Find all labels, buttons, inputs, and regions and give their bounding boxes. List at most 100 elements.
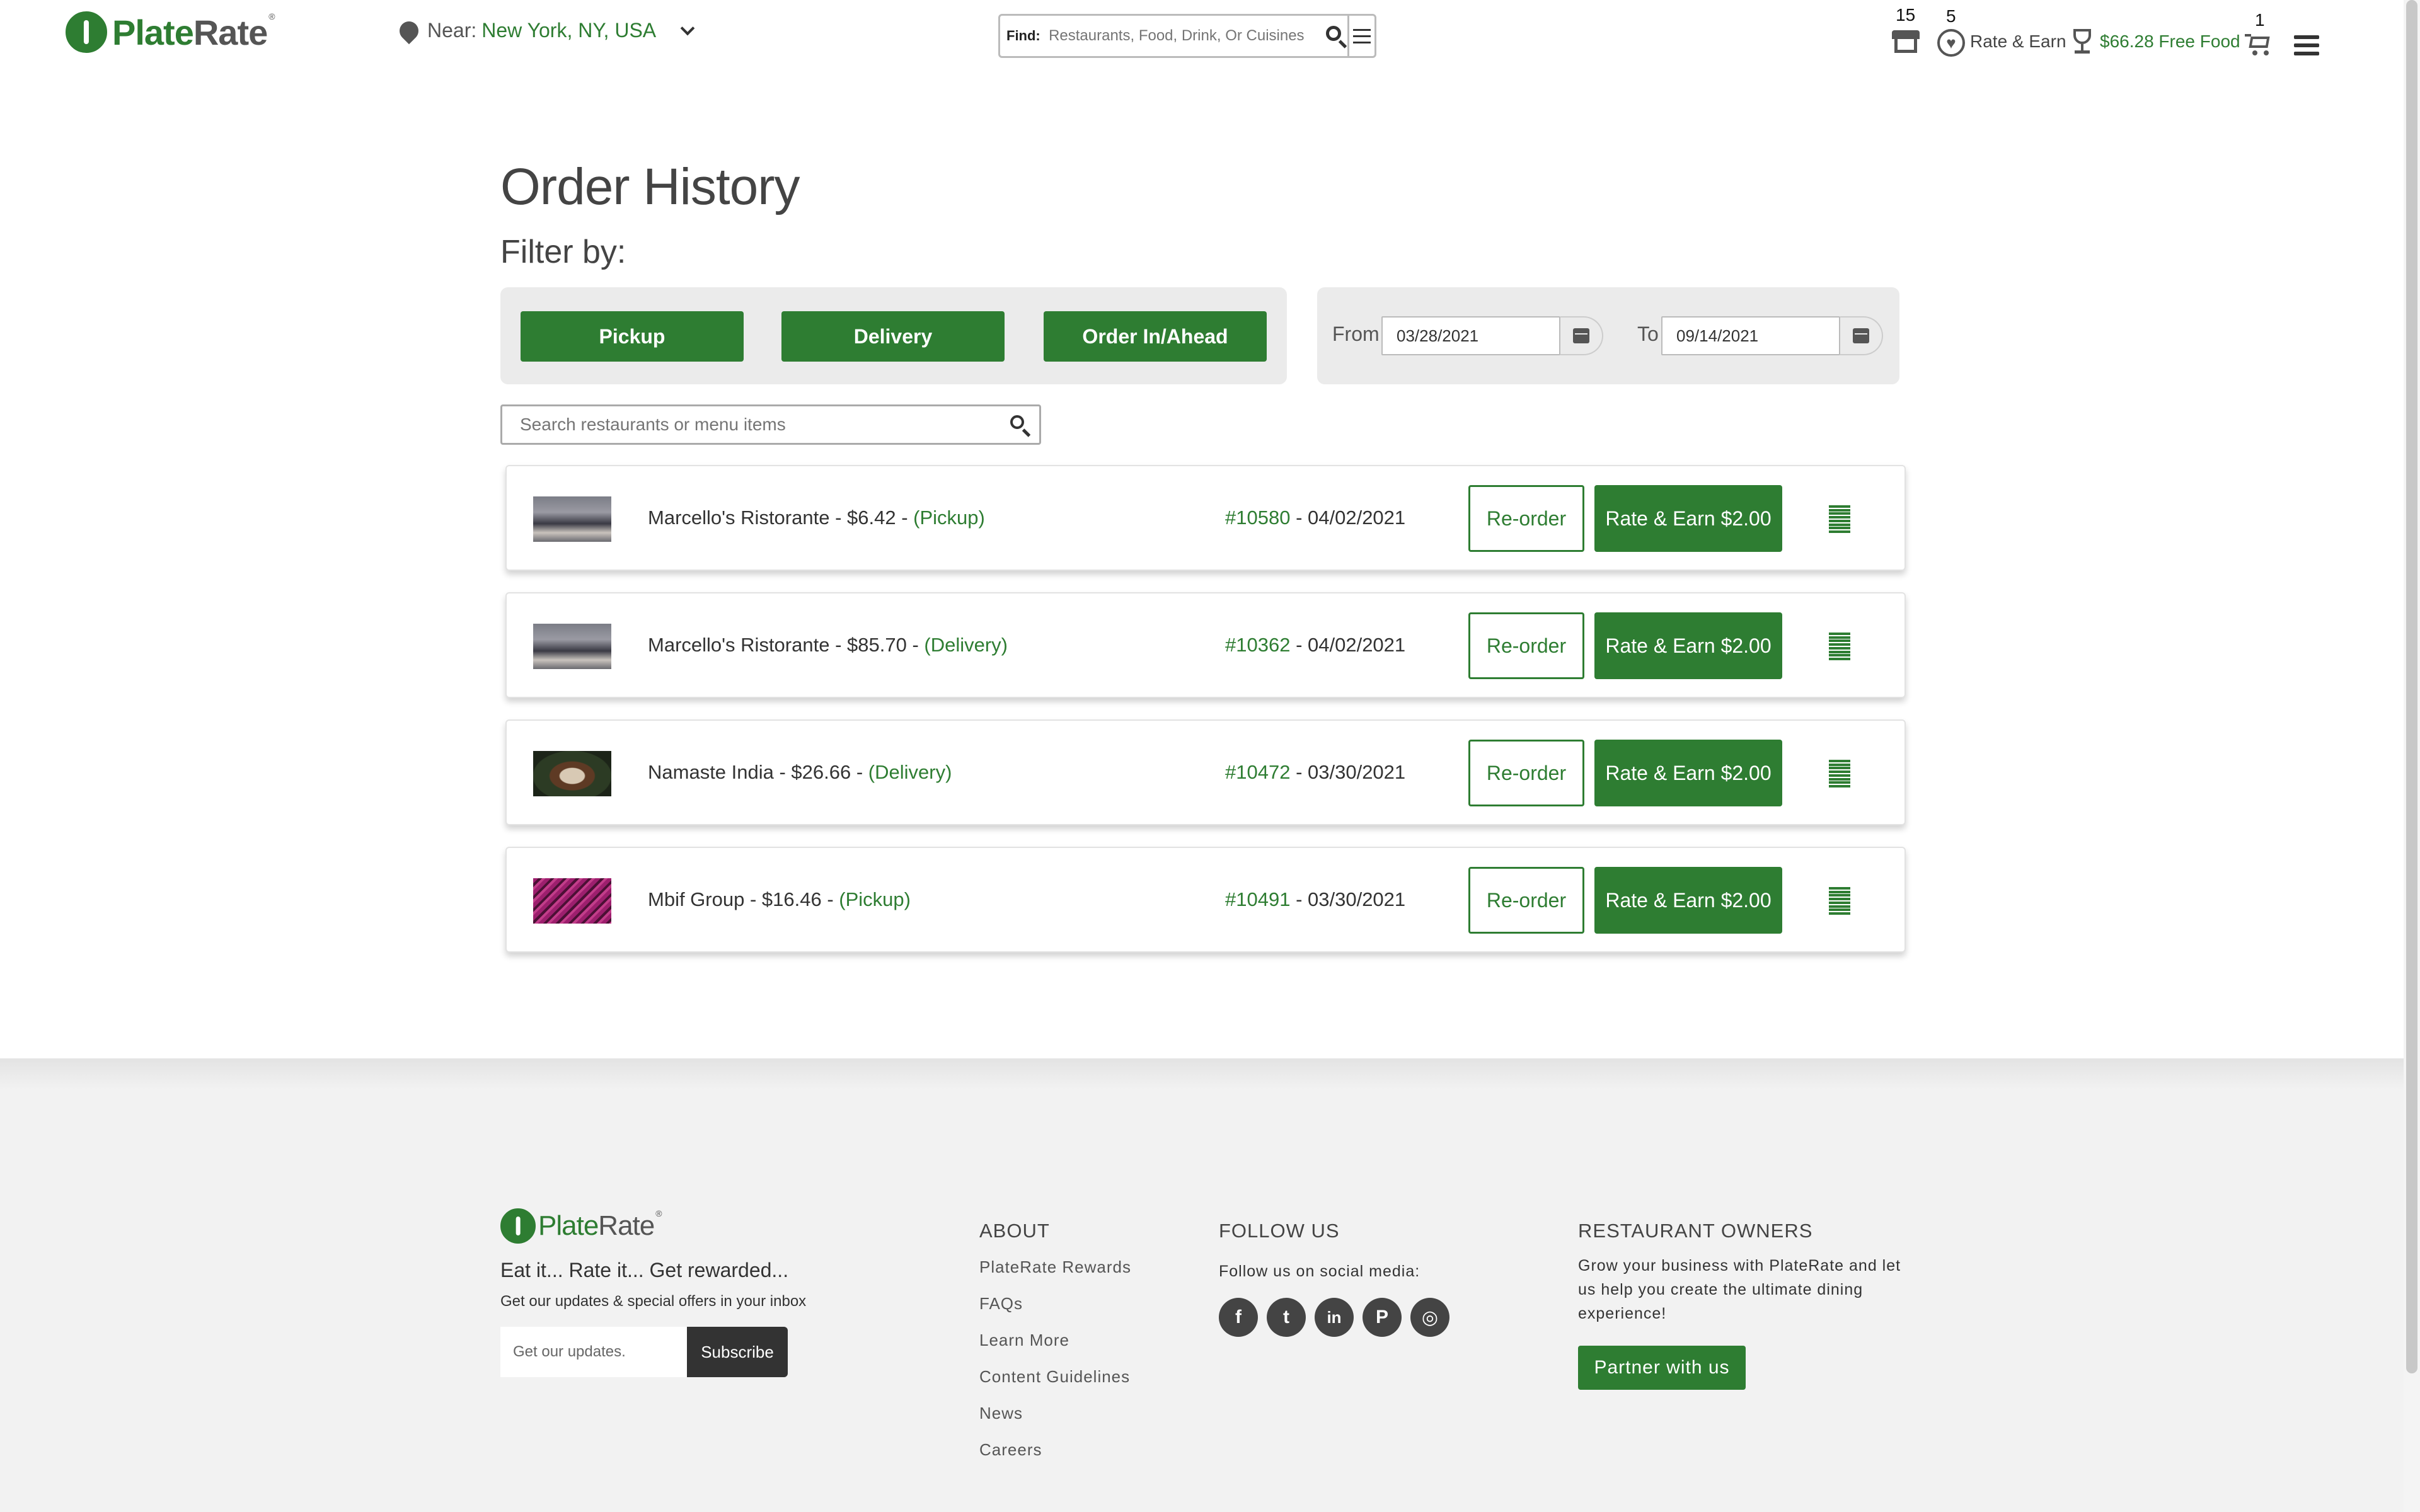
platerate-logo-icon (66, 11, 107, 53)
site-footer (0, 1058, 2420, 1512)
follow-us-heading: FOLLOW US (1219, 1220, 1340, 1242)
order-search-bar (500, 404, 1041, 445)
follow-us-text: Follow us on social media: (1219, 1263, 1420, 1280)
rate-count-badge: 5 (1946, 6, 1956, 26)
order-number-link[interactable]: #10491 (1225, 888, 1290, 910)
trophy-icon[interactable] (2070, 29, 2095, 55)
filter-delivery-button[interactable]: Delivery (781, 311, 1005, 362)
order-number-date: #10491 - 03/30/2021 (1225, 888, 1406, 910)
calendar-icon (1573, 328, 1589, 343)
date-from-input[interactable]: 03/28/2021 (1381, 316, 1560, 355)
newsletter-text: Get our updates & special offers in your… (500, 1293, 807, 1310)
order-type-filter-panel: Pickup Delivery Order In/Ahead (500, 287, 1287, 384)
platerate-logo-icon (500, 1208, 536, 1244)
facebook-icon[interactable]: f (1219, 1298, 1258, 1337)
order-card: Mbif Group - $16.46 - (Pickup) #10491 - … (505, 847, 1906, 953)
rate-earn-button[interactable]: Rate & Earn $2.00 (1594, 740, 1782, 806)
about-heading: ABOUT (979, 1220, 1050, 1242)
filter-icon[interactable] (1347, 15, 1374, 57)
order-card: Marcello's Ristorante - $6.42 - (Pickup)… (505, 465, 1906, 571)
find-label: Find: (1006, 28, 1040, 43)
search-icon[interactable] (1322, 23, 1347, 49)
search-icon[interactable] (1001, 406, 1039, 443)
order-card: Marcello's Ristorante - $85.70 - (Delive… (505, 592, 1906, 698)
order-number-date: #10362 - 04/02/2021 (1225, 634, 1406, 656)
receipt-icon[interactable] (1829, 505, 1850, 533)
footer-divider (0, 1058, 2420, 1090)
cart-count-badge: 1 (2255, 10, 2265, 30)
order-number-date: #10472 - 03/30/2021 (1225, 761, 1406, 783)
footer-tagline: Eat it... Rate it... Get rewarded... (500, 1259, 789, 1281)
order-summary[interactable]: Namaste India - $26.66 - (Delivery) (648, 761, 952, 784)
reorder-button[interactable]: Re-order (1468, 485, 1584, 552)
receipt-icon[interactable] (1829, 633, 1850, 660)
date-to-label: To (1637, 323, 1659, 345)
stores-count-badge: 15 (1896, 5, 1916, 25)
platerate-logo[interactable]: PlateRate ® (66, 11, 275, 53)
rate-earn-link[interactable]: Rate & Earn (1970, 32, 2066, 52)
top-nav-bar: PlateRate ® Near: New York, NY, USA Find… (0, 0, 2420, 76)
order-number-link[interactable]: #10580 (1225, 507, 1290, 529)
reorder-button[interactable]: Re-order (1468, 867, 1584, 934)
location-selector[interactable]: Near: New York, NY, USA (395, 17, 695, 44)
date-range-panel: From 03/28/2021 To 09/14/2021 (1317, 287, 1899, 384)
receipt-icon[interactable] (1829, 760, 1850, 788)
date-to-calendar-button[interactable] (1840, 316, 1883, 355)
restaurant-thumbnail[interactable] (533, 496, 611, 542)
restaurant-thumbnail[interactable] (533, 624, 611, 669)
near-label: Near: (427, 19, 477, 42)
receipt-icon[interactable] (1829, 887, 1850, 915)
hamburger-menu-icon[interactable] (2294, 35, 2319, 55)
heart-icon[interactable]: ♥ (1937, 29, 1965, 57)
restaurant-thumbnail[interactable] (533, 751, 611, 796)
store-icon[interactable] (1892, 30, 1920, 53)
order-number-date: #10580 - 04/02/2021 (1225, 507, 1406, 529)
near-location-value[interactable]: New York, NY, USA (481, 19, 656, 42)
subscribe-button[interactable]: Subscribe (687, 1327, 788, 1377)
footer-platerate-logo[interactable]: PlateRate ® (500, 1208, 662, 1244)
partner-with-us-button[interactable]: Partner with us (1578, 1346, 1746, 1390)
filter-order-ahead-button[interactable]: Order In/Ahead (1044, 311, 1267, 362)
footer-link-news[interactable]: News (979, 1404, 1023, 1423)
order-summary[interactable]: Marcello's Ristorante - $85.70 - (Delive… (648, 634, 1008, 656)
twitter-icon[interactable]: t (1267, 1298, 1306, 1337)
find-input[interactable] (1049, 27, 1323, 45)
calendar-icon (1853, 328, 1869, 343)
pinterest-icon[interactable]: P (1363, 1298, 1402, 1337)
order-search-input[interactable] (502, 415, 1001, 435)
page-title: Order History (500, 158, 800, 215)
footer-link-careers[interactable]: Careers (979, 1440, 1042, 1460)
linkedin-icon[interactable]: in (1315, 1298, 1354, 1337)
reorder-button[interactable]: Re-order (1468, 612, 1584, 679)
date-from-label: From (1332, 323, 1380, 345)
find-search-bar: Find: (998, 14, 1376, 58)
date-from-calendar-button[interactable] (1560, 316, 1603, 355)
footer-link-platerate-rewards[interactable]: PlateRate Rewards (979, 1257, 1131, 1277)
rate-earn-button[interactable]: Rate & Earn $2.00 (1594, 612, 1782, 679)
rate-earn-button[interactable]: Rate & Earn $2.00 (1594, 485, 1782, 552)
restaurant-owners-heading: RESTAURANT OWNERS (1578, 1220, 1813, 1242)
filter-pickup-button[interactable]: Pickup (521, 311, 744, 362)
order-number-link[interactable]: #10362 (1225, 634, 1290, 656)
reorder-button[interactable]: Re-order (1468, 740, 1584, 806)
location-pin-icon (395, 17, 423, 44)
page-scrollbar[interactable] (2404, 0, 2420, 1512)
footer-link-learn-more[interactable]: Learn More (979, 1331, 1069, 1350)
date-to-input[interactable]: 09/14/2021 (1661, 316, 1840, 355)
restaurant-owners-text: Grow your business with PlateRate and le… (1578, 1257, 1901, 1322)
order-summary[interactable]: Mbif Group - $16.46 - (Pickup) (648, 888, 911, 911)
order-number-link[interactable]: #10472 (1225, 761, 1290, 783)
order-card: Namaste India - $26.66 - (Delivery) #104… (505, 719, 1906, 825)
free-food-link[interactable]: $66.28 Free Food (2100, 32, 2240, 52)
filter-by-label: Filter by: (500, 234, 626, 270)
cart-icon[interactable] (2245, 32, 2273, 58)
scrollbar-thumb[interactable] (2406, 0, 2417, 1373)
chevron-down-icon[interactable] (680, 21, 695, 35)
order-summary[interactable]: Marcello's Ristorante - $6.42 - (Pickup) (648, 507, 985, 529)
restaurant-thumbnail[interactable] (533, 878, 611, 924)
footer-link-content-guidelines[interactable]: Content Guidelines (979, 1367, 1130, 1387)
newsletter-email-input[interactable]: Get our updates. (500, 1327, 687, 1377)
rate-earn-button[interactable]: Rate & Earn $2.00 (1594, 867, 1782, 934)
footer-link-faqs[interactable]: FAQs (979, 1294, 1023, 1314)
instagram-icon[interactable]: ◎ (1410, 1298, 1449, 1337)
